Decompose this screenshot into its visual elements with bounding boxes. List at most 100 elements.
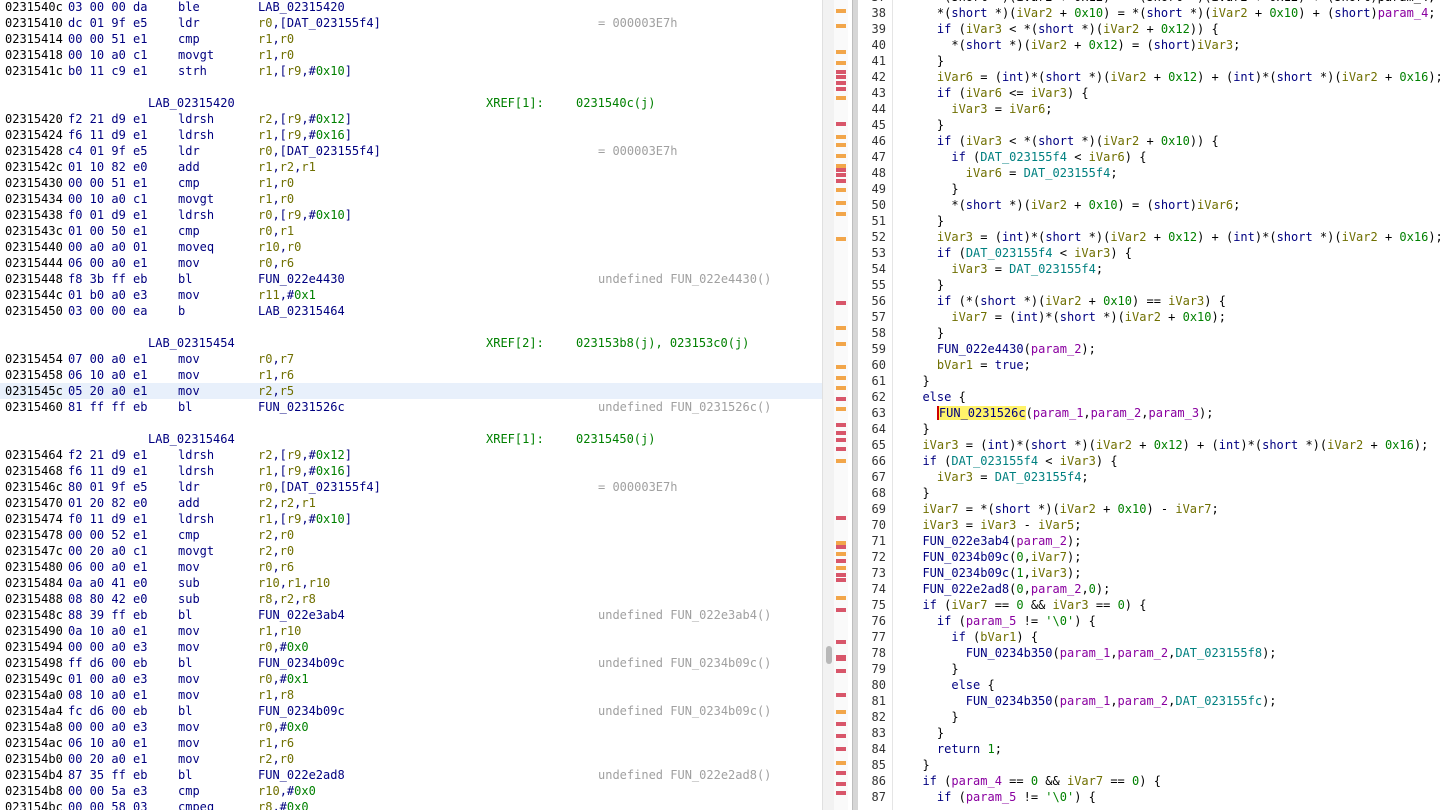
instruction-mnemonic[interactable]: mov (178, 255, 200, 271)
xref-targets[interactable]: 0231540c(j) (576, 95, 655, 111)
bookmark-marker-orange[interactable] (836, 96, 846, 100)
decompiler-line[interactable]: 43 if (iVar6 <= iVar3) { (858, 85, 1440, 101)
instruction-mnemonic[interactable]: cmp (178, 527, 200, 543)
operand-text[interactable]: ,[ (272, 64, 286, 78)
instruction-mnemonic[interactable]: mov (178, 623, 200, 639)
instruction-address[interactable]: 02315430 (5, 175, 63, 191)
register-operand[interactable]: r1 (287, 576, 301, 590)
register-operand[interactable]: r1 (280, 224, 294, 238)
listing-view[interactable]: 0231540c 03 00 00 da ble LAB_02315420 023154… (0, 0, 822, 810)
code-token[interactable]: param_2 (1016, 534, 1067, 548)
code-text[interactable]: if (iVar6 <= iVar3) { (908, 85, 1089, 101)
operand-text[interactable]: ,# (280, 784, 294, 798)
instruction-mnemonic[interactable]: sub (178, 591, 200, 607)
instruction-address[interactable]: 0231548c (5, 607, 63, 623)
register-operand[interactable]: r0 (258, 208, 272, 222)
register-operand[interactable]: r0 (258, 256, 272, 270)
decompiler-line[interactable]: 38 *(short *)(iVar2 + 0x10) = *(short *)… (858, 5, 1440, 21)
code-text[interactable]: return 1; (908, 741, 1002, 757)
instruction-operands[interactable]: r2,r0 (258, 751, 294, 767)
instruction-address[interactable]: 02315440 (5, 239, 63, 255)
code-token[interactable]: iVar7 (1031, 550, 1067, 564)
instruction-operands[interactable]: r2,r5 (258, 383, 294, 399)
code-text[interactable]: iVar3 = iVar6; (908, 101, 1052, 117)
listing-instruction-row[interactable]: 02315448 f8 3b ff eb bl FUN_022e4430 undefin… (0, 271, 822, 287)
code-text[interactable]: FUN_0234b09c(1,iVar3); (908, 565, 1081, 581)
instruction-address[interactable]: 02315454 (5, 351, 63, 367)
instruction-operands[interactable]: r1,r0 (258, 191, 294, 207)
instruction-mnemonic[interactable]: ldrsh (178, 463, 214, 479)
instruction-operands[interactable]: r2,r0 (258, 527, 294, 543)
bookmark-marker-red[interactable] (836, 640, 846, 644)
register-operand[interactable]: r9 (287, 448, 301, 462)
instruction-mnemonic[interactable]: cmp (178, 783, 200, 799)
instruction-operands[interactable]: FUN_022e2ad8 (258, 767, 345, 783)
decompiler-line[interactable]: 68 } (858, 485, 1440, 501)
instruction-address[interactable]: 0231545c (5, 383, 63, 399)
register-operand[interactable]: r0 (280, 544, 294, 558)
decompiler-line[interactable]: 64 } (858, 421, 1440, 437)
bookmark-marker-orange[interactable] (836, 143, 846, 147)
instruction-mnemonic[interactable]: ldr (178, 479, 200, 495)
instruction-address[interactable]: 0231540c (5, 0, 63, 15)
instruction-address[interactable]: 023154b4 (5, 767, 63, 783)
code-text[interactable]: iVar3 = DAT_023155f4; (908, 261, 1103, 277)
instruction-mnemonic[interactable]: strh (178, 63, 207, 79)
listing-instruction-row[interactable]: 02315460 81 ff ff eb bl FUN_0231526c undefin… (0, 399, 822, 415)
code-text[interactable]: } (908, 421, 929, 437)
listing-instruction-row[interactable]: 02315440 00 a0 a0 01 moveq r10,r0 (0, 239, 822, 255)
code-text[interactable]: if (param_5 != '\0') { (908, 613, 1096, 629)
listing-instruction-row[interactable]: 0231547c 00 20 a0 c1 movgt r2,r0 (0, 543, 822, 559)
code-token[interactable]: iVar7 (1175, 502, 1211, 516)
code-token[interactable]: iVar2 (1031, 38, 1067, 52)
instruction-mnemonic[interactable]: add (178, 159, 200, 175)
code-text[interactable]: if (iVar7 == 0 && iVar3 == 0) { (908, 597, 1146, 613)
code-token[interactable]: iVar3 (937, 470, 973, 484)
register-operand[interactable]: r9 (287, 512, 301, 526)
instruction-address[interactable]: 02315480 (5, 559, 63, 575)
register-operand[interactable]: r0 (280, 192, 294, 206)
operand-text[interactable]: FUN_022e3ab4 (258, 608, 345, 622)
instruction-address[interactable]: 023154a4 (5, 703, 63, 719)
code-token[interactable]: iVar2 (1016, 6, 1052, 20)
decompiler-line[interactable]: 56 if (*(short *)(iVar2 + 0x10) == iVar3… (858, 293, 1440, 309)
operand-text[interactable]: ,[ (272, 448, 286, 462)
register-operand[interactable]: r2 (258, 528, 272, 542)
instruction-operands[interactable]: r1,r2,r1 (258, 159, 316, 175)
register-operand[interactable]: r1 (258, 688, 272, 702)
listing-instruction-row[interactable]: 023154a0 08 10 a0 e1 mov r1,r8 (0, 687, 822, 703)
code-token[interactable]: iVar6 (1089, 150, 1125, 164)
register-operand[interactable]: r2 (258, 112, 272, 126)
bookmark-marker-red[interactable] (836, 87, 846, 91)
code-text[interactable]: FUN_0234b350(param_1,param_2,DAT_023155f… (908, 645, 1277, 661)
instruction-operands[interactable]: r1,r10 (258, 623, 301, 639)
instruction-mnemonic[interactable]: b (178, 303, 185, 319)
bookmark-marker-red[interactable] (836, 559, 846, 563)
bookmark-marker-orange[interactable] (836, 459, 846, 463)
code-token[interactable]: iVar2 (1125, 310, 1161, 324)
bookmark-marker-red[interactable] (836, 173, 846, 177)
operand-text[interactable]: ] (345, 112, 352, 126)
register-operand[interactable]: r10 (258, 576, 280, 590)
code-token[interactable]: param_2 (1118, 694, 1169, 708)
operand-text[interactable]: , (301, 576, 308, 590)
listing-instruction-row[interactable]: 02315414 00 00 51 e1 cmp r1,r0 (0, 31, 822, 47)
code-text[interactable]: iVar7 = (int)*(short *)(iVar2 + 0x10); (908, 309, 1226, 325)
decompiler-line[interactable]: 75 if (iVar7 == 0 && iVar3 == 0) { (858, 597, 1440, 613)
decompiler-line[interactable]: 83 } (858, 725, 1440, 741)
decompiler-line[interactable]: 72 FUN_0234b09c(0,iVar7); (858, 549, 1440, 565)
listing-instruction-row[interactable]: 023154ac 06 10 a0 e1 mov r1,r6 (0, 735, 822, 751)
instruction-operands[interactable]: FUN_0234b09c (258, 655, 345, 671)
decompiler-line[interactable]: 69 iVar7 = *(short *)(iVar2 + 0x10) - iV… (858, 501, 1440, 517)
operand-text[interactable]: , (272, 624, 279, 638)
decompiler-line[interactable]: 81 FUN_0234b350(param_1,param_2,DAT_0231… (858, 693, 1440, 709)
register-operand[interactable]: r8 (258, 800, 272, 810)
decompiler-line[interactable]: 77 if (bVar1) { (858, 629, 1440, 645)
register-operand[interactable]: r2 (258, 384, 272, 398)
decompiler-line[interactable]: 55 } (858, 277, 1440, 293)
instruction-address[interactable]: 0231546c (5, 479, 63, 495)
code-text[interactable]: *(short *)(iVar2 + 0x10) = *(short *)(iV… (908, 5, 1436, 21)
decompiler-line[interactable]: 74 FUN_022e2ad8(0,param_2,0); (858, 581, 1440, 597)
operand-text[interactable]: , (272, 688, 279, 702)
decompiler-line[interactable]: 40 *(short *)(iVar2 + 0x12) = (short)iVa… (858, 37, 1440, 53)
